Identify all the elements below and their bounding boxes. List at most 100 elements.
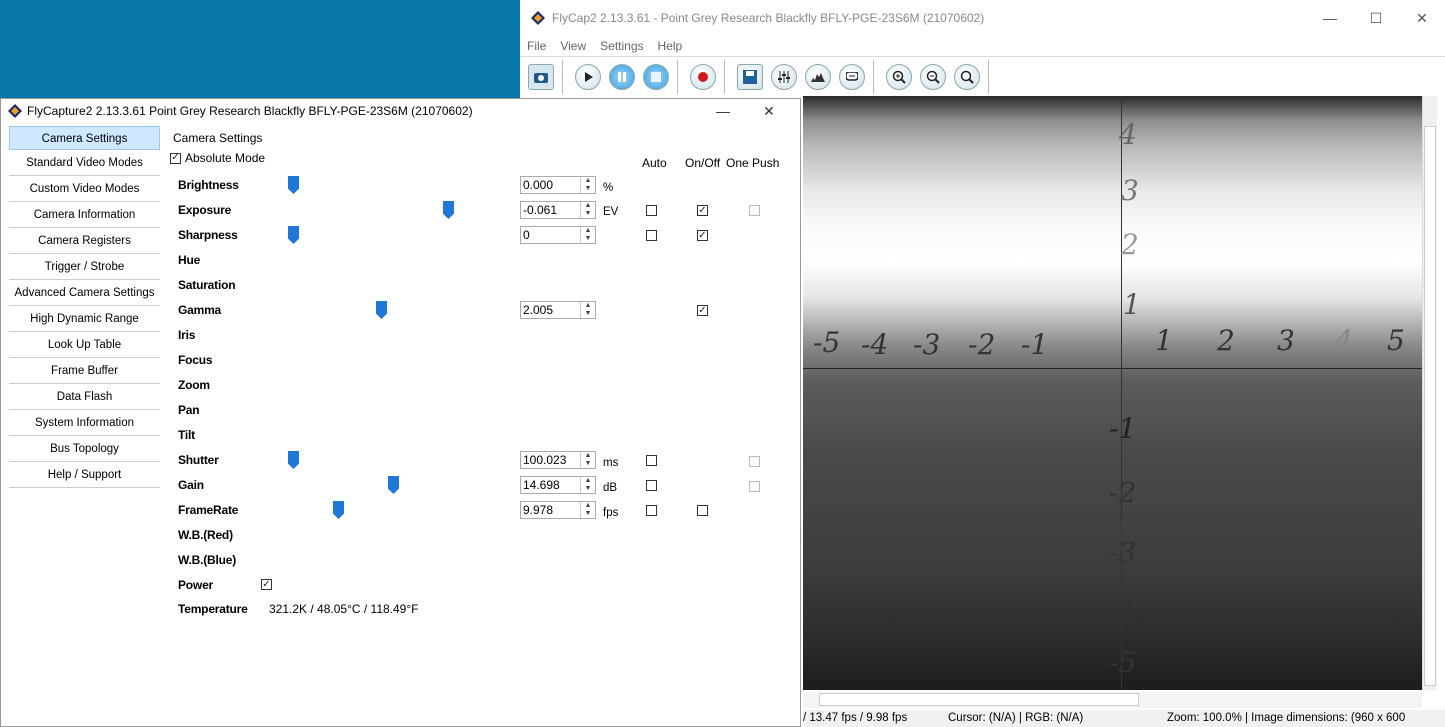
histogram-icon[interactable] (805, 64, 831, 90)
exposure-onoff-checkbox[interactable]: ✓ (697, 205, 708, 216)
brightness-slider[interactable] (288, 176, 299, 194)
dialog-minimize-button[interactable]: — (700, 99, 746, 123)
shutter-auto-checkbox[interactable] (646, 455, 657, 466)
sharpness-onoff-checkbox[interactable]: ✓ (697, 230, 708, 241)
framerate-slider[interactable] (333, 501, 344, 519)
nav-standard-video-modes[interactable]: Standard Video Modes (9, 151, 160, 176)
shutter-spin-buttons[interactable]: ▲ ▼ (580, 452, 595, 468)
pan-label: Pan (178, 403, 200, 417)
minimize-button[interactable]: — (1307, 0, 1353, 36)
video-y-label: 4 (1119, 118, 1137, 151)
gamma-slider[interactable] (376, 301, 387, 319)
close-button[interactable]: ✕ (1399, 0, 1445, 36)
zoom-100-icon[interactable] (954, 64, 980, 90)
nav-trigger-strobe[interactable]: Trigger / Strobe (9, 255, 160, 280)
sharpness-slider[interactable] (288, 226, 299, 244)
gamma-label: Gamma (178, 303, 222, 317)
gamma-onoff-checkbox[interactable]: ✓ (697, 305, 708, 316)
gain-slider[interactable] (388, 476, 399, 494)
record-icon[interactable] (690, 64, 716, 90)
video-x-label: -5 (813, 326, 841, 359)
exposure-input[interactable]: -0.061 ▲ ▼ (520, 201, 596, 219)
gamma-input[interactable]: 2.005 ▲ ▼ (520, 301, 596, 319)
dialog-close-button[interactable]: ✕ (746, 99, 792, 123)
gain-input[interactable]: 14.698 ▲ ▼ (520, 476, 596, 494)
gain-unit: dB (603, 482, 618, 494)
shutter-onepush-checkbox[interactable] (749, 456, 760, 467)
settings-sliders-icon[interactable] (771, 64, 797, 90)
gain-value: 14.698 (523, 478, 560, 492)
vertical-scrollbar[interactable] (1422, 96, 1437, 690)
menu-file[interactable]: File (520, 36, 553, 56)
brightness-label: Brightness (178, 178, 239, 192)
sharpness-label: Sharpness (178, 228, 238, 242)
maximize-button[interactable]: ☐ (1353, 0, 1399, 36)
framerate-input[interactable]: 9.978 ▲ ▼ (520, 501, 596, 519)
nav-high-dynamic-range[interactable]: High Dynamic Range (9, 307, 160, 332)
exposure-auto-checkbox[interactable] (646, 205, 657, 216)
brightness-input[interactable]: 0.000 ▲ ▼ (520, 176, 596, 194)
zoom-in-icon[interactable] (886, 64, 912, 90)
nav-look-up-table[interactable]: Look Up Table (9, 333, 160, 358)
toolbar-separator (988, 60, 989, 94)
framerate-auto-checkbox[interactable] (646, 505, 657, 516)
video-y-label: -3 (1109, 536, 1137, 569)
brightness-spin-buttons[interactable]: ▲ ▼ (580, 177, 595, 193)
exposure-slider[interactable] (443, 201, 454, 219)
panel-title: Camera Settings (173, 131, 263, 145)
vertical-scrollbar-thumb[interactable] (1424, 126, 1436, 686)
video-x-label: -4 (861, 328, 889, 361)
video-y-label: 2 (1121, 228, 1139, 261)
shutter-unit: ms (603, 457, 619, 469)
nav-frame-buffer[interactable]: Frame Buffer (9, 359, 160, 384)
nav-data-flash[interactable]: Data Flash (9, 385, 160, 410)
nav-custom-video-modes[interactable]: Custom Video Modes (9, 177, 160, 202)
save-icon[interactable] (737, 64, 763, 90)
status-zoom: Zoom: 100.0% | Image dimensions: (960 x … (1167, 712, 1406, 724)
absolute-mode-option[interactable]: ✓ Absolute Mode (170, 151, 265, 165)
video-y-label: 1 (1123, 288, 1141, 321)
dialog-title-bar: FlyCapture2 2.13.3.61 Point Grey Researc… (1, 99, 800, 123)
header-auto: Auto (642, 156, 667, 170)
horizontal-scrollbar-thumb[interactable] (819, 693, 1139, 706)
menu-settings[interactable]: Settings (593, 36, 650, 56)
nav-camera-registers[interactable]: Camera Registers (9, 229, 160, 254)
pause-icon[interactable] (609, 64, 635, 90)
shutter-slider[interactable] (288, 451, 299, 469)
framerate-onoff-checkbox[interactable] (697, 505, 708, 516)
event-stats-icon[interactable] (839, 64, 865, 90)
horizontal-scrollbar[interactable] (803, 692, 1422, 708)
nav-bus-topology[interactable]: Bus Topology (9, 437, 160, 462)
exposure-spin-buttons[interactable]: ▲ ▼ (580, 202, 595, 218)
nav-help-support[interactable]: Help / Support (9, 463, 160, 488)
video-x-label: -2 (968, 328, 996, 361)
sharpness-auto-checkbox[interactable] (646, 230, 657, 241)
video-x-label: -1 (1021, 328, 1049, 361)
power-checkbox[interactable]: ✓ (261, 579, 272, 590)
absolute-mode-checkbox[interactable]: ✓ (170, 152, 181, 164)
play-icon[interactable] (575, 64, 601, 90)
sharpness-input[interactable]: 0 ▲ ▼ (520, 226, 596, 244)
iris-label: Iris (178, 328, 196, 342)
gain-spin-buttons[interactable]: ▲ ▼ (580, 477, 595, 493)
menu-view[interactable]: View (553, 36, 593, 56)
gain-auto-checkbox[interactable] (646, 480, 657, 491)
shutter-input[interactable]: 100.023 ▲ ▼ (520, 451, 596, 469)
exposure-unit: EV (603, 206, 619, 218)
nav-system-information[interactable]: System Information (9, 411, 160, 436)
nav-camera-settings[interactable]: Camera Settings (9, 126, 160, 150)
camera-select-icon[interactable] (528, 64, 554, 90)
wb-blue-label: W.B.(Blue) (178, 553, 236, 567)
nav-advanced-camera-settings[interactable]: Advanced Camera Settings (9, 281, 160, 306)
exposure-label: Exposure (178, 203, 232, 217)
stop-icon[interactable] (643, 64, 669, 90)
gamma-spin-buttons[interactable]: ▲ ▼ (580, 302, 595, 318)
zoom-out-icon[interactable] (920, 64, 946, 90)
framerate-spin-buttons[interactable]: ▲ ▼ (580, 502, 595, 518)
nav-camera-information[interactable]: Camera Information (9, 203, 160, 228)
menu-help[interactable]: Help (651, 36, 690, 56)
sharpness-spin-buttons[interactable]: ▲ ▼ (580, 227, 595, 243)
camera-video-view[interactable]: -5 -4 -3 -2 -1 1 2 3 4 5 4 3 2 1 -1 -2 -… (803, 96, 1422, 690)
exposure-onepush-checkbox[interactable] (749, 205, 760, 216)
gain-onepush-checkbox[interactable] (749, 481, 760, 492)
